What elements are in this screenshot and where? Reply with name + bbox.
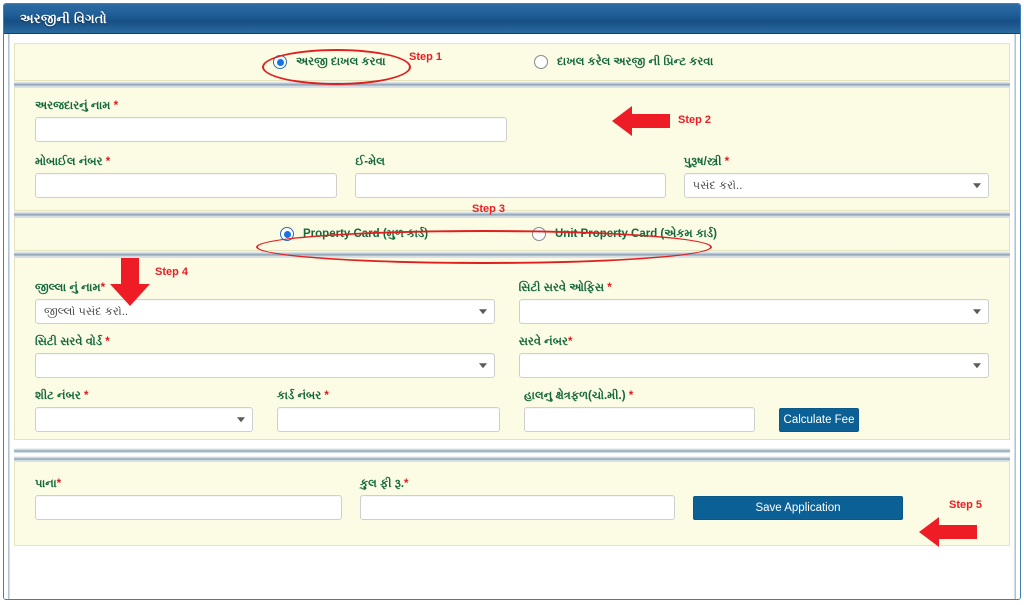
card-number-input[interactable] bbox=[277, 407, 500, 432]
city-survey-ward-label: સિટી સરવે વોર્ડ * bbox=[35, 336, 495, 349]
district-select[interactable]: જીલ્લો પસંદ કરો.. bbox=[35, 299, 495, 324]
mobile-number-label: મોબાઈલ નંબર * bbox=[35, 156, 337, 169]
required-marker: * bbox=[568, 336, 572, 348]
email-label: ઈ-મેલ bbox=[355, 156, 665, 169]
required-marker: * bbox=[321, 390, 329, 402]
radio-property-card-icon[interactable] bbox=[280, 227, 294, 241]
annotation-label-step2: Step 2 bbox=[678, 114, 711, 126]
applicant-name-label: અરજદારનું નામ * bbox=[35, 100, 507, 113]
panel-separator-4 bbox=[14, 448, 1010, 453]
survey-number-select[interactable] bbox=[519, 353, 989, 378]
required-marker: * bbox=[626, 390, 634, 402]
location-details-panel: જીલ્લા નું નામ* જીલ્લો પસંદ કરો.. સિટી સ… bbox=[14, 257, 1010, 440]
pana-label: પાના* bbox=[35, 478, 342, 491]
required-marker: * bbox=[101, 282, 105, 294]
radio-new-application-icon[interactable] bbox=[273, 55, 287, 69]
required-marker: * bbox=[57, 478, 61, 490]
required-marker: * bbox=[102, 336, 110, 348]
city-survey-office-select[interactable] bbox=[519, 299, 989, 324]
window-title-bar: અરજીની વિગતો bbox=[4, 4, 1020, 34]
city-survey-ward-select[interactable] bbox=[35, 353, 495, 378]
required-marker: * bbox=[81, 390, 89, 402]
card-type-panel: Property Card (મુળ કાર્ડ) Unit Property … bbox=[14, 217, 1010, 251]
gender-label: પુરૂષ/સ્ત્રી * bbox=[684, 156, 989, 169]
sheet-number-select[interactable] bbox=[35, 407, 253, 432]
radio-print-application-icon[interactable] bbox=[534, 55, 548, 69]
email-input[interactable] bbox=[355, 173, 665, 198]
radio-print-application-label: દાખલ કરેલ અરજી ની પ્રિન્ટ કરવા bbox=[557, 56, 713, 69]
applicant-name-input[interactable] bbox=[35, 117, 507, 142]
annotation-label-step3: Step 3 bbox=[472, 203, 505, 215]
page-title: અરજીની વિગતો bbox=[20, 11, 107, 27]
area-input[interactable] bbox=[524, 407, 755, 432]
annotation-label-step4: Step 4 bbox=[155, 266, 188, 278]
applicant-details-panel: અરજદારનું નામ * મોબાઈલ નંબર * ઈ-મેલ bbox=[14, 87, 1010, 211]
city-survey-office-label: સિટી સરવે ઓફિસ * bbox=[519, 282, 989, 295]
sheet-number-label: શીટ નંબર * bbox=[35, 390, 253, 403]
required-marker: * bbox=[103, 156, 111, 168]
annotation-label-step5: Step 5 bbox=[949, 499, 982, 511]
radio-option-new-application[interactable]: અરજી દાખલ કરવા bbox=[273, 55, 386, 69]
annotation-label-step1: Step 1 bbox=[409, 51, 442, 63]
radio-new-application-label: અરજી દાખલ કરવા bbox=[296, 56, 386, 69]
radio-option-print-application[interactable]: દાખલ કરેલ અરજી ની પ્રિન્ટ કરવા bbox=[534, 55, 713, 69]
gender-select[interactable]: પસંદ કરો.. bbox=[684, 173, 989, 198]
survey-number-label: સરવે નંબર* bbox=[519, 336, 989, 349]
required-marker: * bbox=[110, 100, 118, 112]
footer-panel: પાના* કુલ ફી રૂ.* Save Application bbox=[14, 461, 1010, 546]
mobile-number-input[interactable] bbox=[35, 173, 337, 198]
pana-input[interactable] bbox=[35, 495, 342, 520]
application-window: અરજીની વિગતો અરજી દાખલ કરવા દાખલ કરેલ અર… bbox=[3, 3, 1021, 600]
radio-unit-property-card-icon[interactable] bbox=[532, 227, 546, 241]
calculate-fee-button[interactable]: Calculate Fee bbox=[779, 408, 859, 432]
form-body: અરજી દાખલ કરવા દાખલ કરેલ અરજી ની પ્રિન્ટ… bbox=[4, 34, 1020, 600]
radio-option-unit-property-card[interactable]: Unit Property Card (એકમ કાર્ડ) bbox=[532, 227, 717, 241]
card-number-label: કાર્ડ નંબર * bbox=[277, 390, 500, 403]
radio-option-property-card[interactable]: Property Card (મુળ કાર્ડ) bbox=[280, 227, 428, 241]
area-label: હાલનુ ક્ષેત્રફળ(ચો.મી.) * bbox=[524, 390, 755, 403]
mode-selection-panel: અરજી દાખલ કરવા દાખલ કરેલ અરજી ની પ્રિન્ટ… bbox=[14, 43, 1010, 81]
radio-unit-property-card-label: Unit Property Card (એકમ કાર્ડ) bbox=[555, 228, 717, 241]
total-fee-label: કુલ ફી રૂ.* bbox=[360, 478, 675, 491]
save-application-button[interactable]: Save Application bbox=[693, 496, 903, 520]
radio-property-card-label: Property Card (મુળ કાર્ડ) bbox=[303, 228, 428, 241]
required-marker: * bbox=[604, 282, 612, 294]
district-label: જીલ્લા નું નામ* bbox=[35, 282, 495, 295]
required-marker: * bbox=[404, 478, 408, 490]
required-marker: * bbox=[721, 156, 729, 168]
total-fee-input[interactable] bbox=[360, 495, 675, 520]
